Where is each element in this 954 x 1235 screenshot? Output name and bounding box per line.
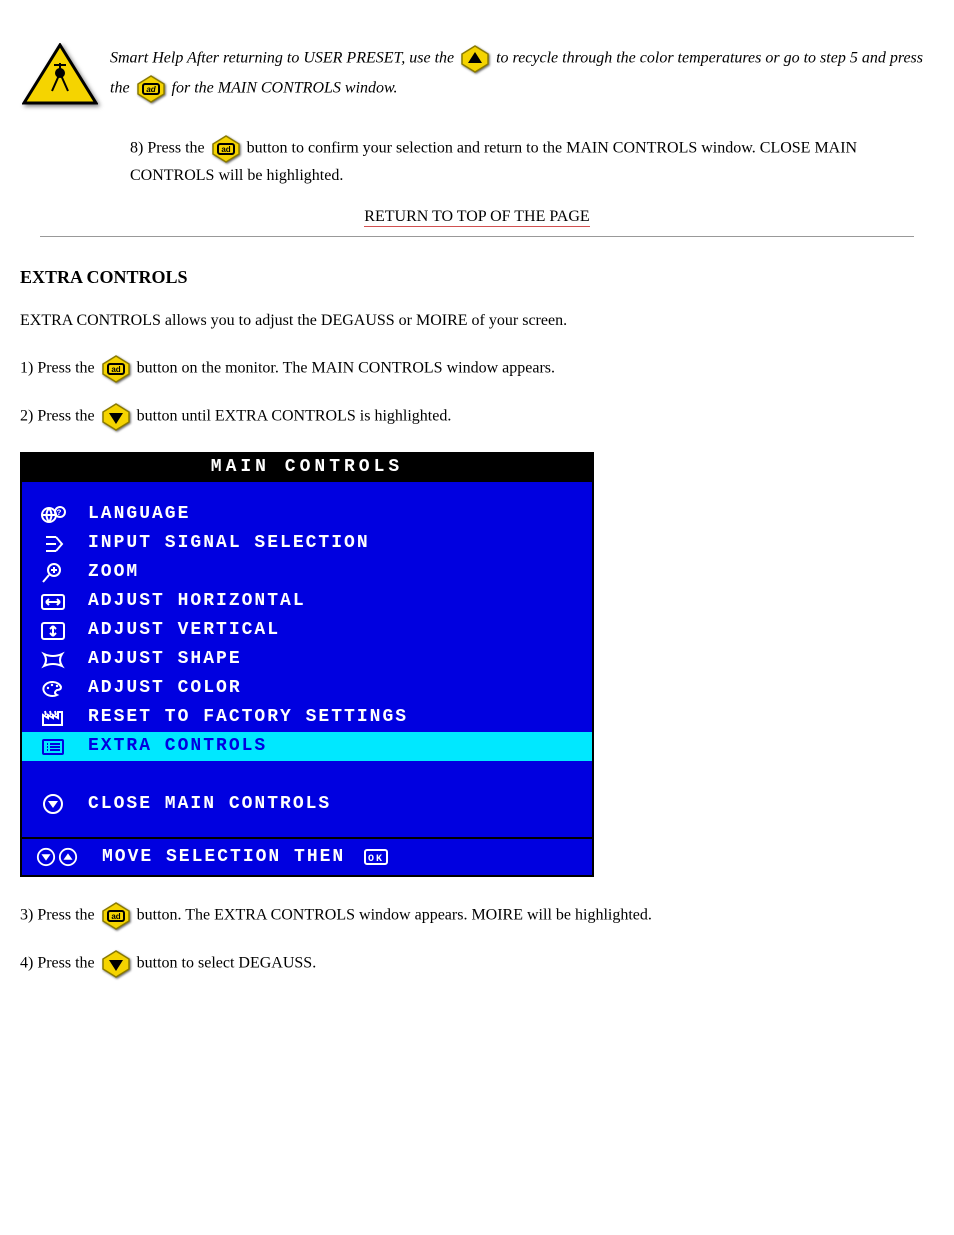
osd-item-extra-controls: EXTRA CONTROLS — [22, 732, 592, 761]
osd-main-controls: MAIN CONTROLS ? LANGUAGE INPUT SIGNAL SE… — [20, 452, 594, 877]
ok-icon: ad — [101, 901, 131, 931]
osd-close-label: CLOSE MAIN CONTROLS — [88, 794, 331, 814]
down-triangle-circle-icon — [36, 793, 70, 815]
osd-item-label: EXTRA CONTROLS — [88, 733, 267, 760]
down-arrow-icon — [101, 949, 131, 979]
osd-footer-label: MOVE SELECTION THEN — [102, 847, 345, 867]
osd-item-label: LANGUAGE — [88, 501, 190, 528]
factory-icon — [36, 708, 70, 728]
pincushion-box-icon — [36, 650, 70, 670]
ok-icon: ad — [101, 354, 131, 384]
step-4: 4) Press the button to select DEGAUSS. — [20, 949, 934, 979]
smart-help-block: Smart Help After returning to USER PRESE… — [20, 40, 934, 110]
return-to-top-link[interactable]: RETURN TO TOP OF THE PAGE — [364, 208, 589, 227]
ok-icon: ad — [136, 74, 166, 104]
osd-body: ? LANGUAGE INPUT SIGNAL SELECTION ZOOM — [22, 480, 592, 839]
step-1: 1) Press the ad button on the monitor. T… — [20, 354, 934, 384]
svg-text:ad: ad — [111, 365, 120, 374]
arrows-h-box-icon — [36, 592, 70, 612]
osd-item-label: INPUT SIGNAL SELECTION — [88, 530, 370, 557]
step-2: 2) Press the button until EXTRA CONTROLS… — [20, 402, 934, 432]
osd-item-adjust-vertical: ADJUST VERTICAL — [22, 616, 592, 645]
down-arrow-icon — [101, 402, 131, 432]
step-8-text: 8) Press the ad button to confirm your s… — [20, 134, 934, 188]
osd-item-label: ZOOM — [88, 559, 139, 586]
osd-item-label: ADJUST VERTICAL — [88, 617, 280, 644]
svg-text:ad: ad — [146, 85, 156, 94]
osd-item-input-signal: INPUT SIGNAL SELECTION — [22, 529, 592, 558]
magnifier-plus-icon — [36, 562, 70, 584]
up-arrow-icon — [460, 44, 490, 74]
ok-icon: ad — [211, 134, 241, 164]
input-arrow-icon — [36, 534, 70, 554]
globe-question-icon: ? — [36, 504, 70, 526]
palette-icon — [36, 679, 70, 699]
smart-help-text-c: for the MAIN CONTROLS window. — [172, 80, 398, 97]
svg-text:ad: ad — [221, 145, 230, 154]
divider — [40, 236, 914, 237]
step-3: 3) Press the ad button. The EXTRA CONTRO… — [20, 901, 934, 931]
arrows-v-box-icon — [36, 621, 70, 641]
osd-item-language: ? LANGUAGE — [22, 500, 592, 529]
osd-item-adjust-color: ADJUST COLOR — [22, 674, 592, 703]
osd-footer-row: MOVE SELECTION THEN OK — [22, 839, 592, 875]
osd-title: MAIN CONTROLS — [22, 454, 592, 480]
svg-text:OK: OK — [368, 854, 384, 865]
return-to-top-link-container: RETURN TO TOP OF THE PAGE — [20, 208, 934, 226]
intro-line: EXTRA CONTROLS allows you to adjust the … — [20, 312, 934, 330]
ok-box-icon: OK — [363, 847, 389, 867]
osd-item-label: ADJUST COLOR — [88, 675, 242, 702]
osd-close-row: CLOSE MAIN CONTROLS — [22, 775, 592, 833]
smart-help-text: Smart Help After returning to USER PRESE… — [110, 40, 934, 104]
osd-item-label: RESET TO FACTORY SETTINGS — [88, 704, 408, 731]
osd-item-reset-factory: RESET TO FACTORY SETTINGS — [22, 703, 592, 732]
list-box-icon — [36, 737, 70, 757]
svg-text:ad: ad — [111, 912, 120, 921]
osd-item-adjust-horizontal: ADJUST HORIZONTAL — [22, 587, 592, 616]
svg-text:?: ? — [57, 509, 64, 518]
osd-item-label: ADJUST SHAPE — [88, 646, 242, 673]
warning-icon — [20, 40, 100, 110]
osd-item-zoom: ZOOM — [22, 558, 592, 587]
osd-item-label: ADJUST HORIZONTAL — [88, 588, 306, 615]
up-down-triangle-circle-icon — [36, 847, 84, 867]
smart-help-text-a: Smart Help After returning to USER PRESE… — [110, 50, 458, 67]
section-title: EXTRA CONTROLS — [20, 267, 934, 288]
osd-item-adjust-shape: ADJUST SHAPE — [22, 645, 592, 674]
